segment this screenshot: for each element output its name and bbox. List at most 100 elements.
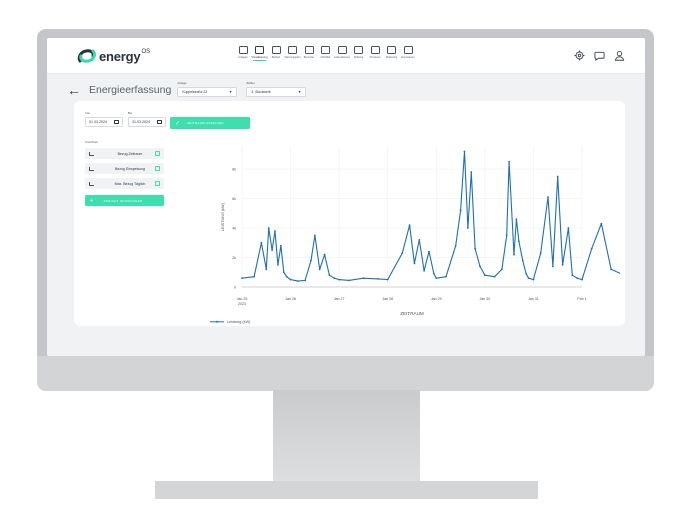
y-tick-label: 6k	[232, 197, 236, 201]
nav-item-visualisierung[interactable]: Visualisierung	[251, 46, 268, 61]
data-point	[260, 241, 263, 244]
chat-icon[interactable]	[594, 50, 605, 61]
add-view-button[interactable]: + ANSICHT HINZUFÜGEN	[85, 195, 164, 206]
megaphone-icon	[387, 46, 396, 54]
settings-icon[interactable]	[574, 50, 585, 61]
data-point	[279, 244, 282, 247]
nav-item-betrieb[interactable]: Betrieb	[268, 46, 284, 61]
page-title: Energieerfassung	[89, 84, 172, 96]
active-nav-indicator	[253, 60, 266, 61]
nav-item-marketing[interactable]: Marketing	[384, 46, 400, 61]
factory-icon	[271, 46, 281, 54]
logo-text: energy	[99, 48, 141, 64]
add-view-label: ANSICHT HINZUFÜGEN	[103, 198, 143, 203]
nav-item-anlagen[interactable]: Anlagen	[235, 46, 251, 61]
power-chart[interactable]: 0 2k 4k 6k 8k Jan 25 Jan 26 Jan 27 Jan 28 Jan 29 J…	[194, 137, 620, 325]
profile-icon[interactable]	[614, 50, 625, 61]
data-point	[547, 196, 549, 199]
bis-date-input[interactable]: 31.03.2024	[128, 117, 166, 127]
x-tick-label: Jan 31	[528, 297, 539, 301]
data-point	[610, 268, 613, 271]
zaehler-field: Zähler 3. Stockwerk ▼	[246, 81, 307, 97]
anlage-select[interactable]: Kuppelstraße 22 ▼	[177, 87, 238, 97]
data-point	[432, 272, 435, 275]
nav-item-label: Anlagen	[238, 56, 248, 59]
calendar-icon[interactable]	[114, 119, 119, 125]
data-point	[428, 250, 430, 253]
anlage-field: Anlage Kuppelstraße 22 ▼	[177, 81, 238, 97]
top-icons	[574, 50, 625, 61]
chevron-down-icon: ▼	[228, 90, 233, 94]
view-item-label: Bezug Einspeisung	[115, 166, 145, 171]
show-period-button[interactable]: ✓ ZEITRAUM ANZEIGEN	[170, 117, 250, 129]
data-point	[474, 247, 477, 250]
edit-icon[interactable]	[155, 151, 160, 156]
data-point	[289, 278, 292, 281]
bar-chart-icon	[89, 181, 94, 186]
check-icon: ✓	[175, 120, 181, 127]
nav-item-benutzer[interactable]: Benutzer	[301, 46, 317, 61]
data-point	[271, 249, 274, 252]
bis-date-value: 31.03.2024	[132, 120, 150, 124]
main-card: Von 01.03.2024 Bis 31.03.2024 ✓ ZEITRAUM…	[74, 101, 625, 326]
nav-item-prozesse[interactable]: Prozesse	[367, 46, 383, 61]
von-label: Von	[85, 111, 91, 115]
view-item-bezug-zeitraum[interactable]: Bezug Zeitraum	[85, 148, 164, 159]
chart-icon	[89, 166, 94, 171]
data-point	[265, 268, 268, 271]
view-item-bezug-einspeisung[interactable]: Bezug Einspeisung	[85, 163, 164, 174]
chart-icon	[89, 151, 94, 156]
plant-icon	[238, 46, 248, 54]
nav-item-exportieren[interactable]: Exportieren	[400, 46, 416, 61]
back-arrow-icon[interactable]: ←	[67, 83, 81, 97]
edit-icon[interactable]	[155, 181, 160, 186]
data-point	[508, 160, 511, 163]
nav-item-label: Prozesse	[369, 56, 381, 59]
data-point	[408, 224, 411, 227]
data-point	[310, 259, 312, 262]
y-axis-label: LEISTUNG (kW)	[221, 202, 225, 231]
data-point	[413, 262, 416, 265]
nav-item-label: Exportieren	[401, 56, 415, 59]
data-point	[338, 278, 341, 281]
x-axis-label: ZEITRAUM	[400, 311, 424, 316]
nav-item-label: Visualisierung	[251, 56, 268, 59]
data-point	[567, 227, 570, 229]
nav-item-ladestationen[interactable]: Ladestationen	[334, 46, 350, 61]
app-logo[interactable]: energy OS	[77, 48, 150, 64]
wrench-icon	[288, 46, 297, 54]
data-point	[581, 278, 583, 281]
data-point	[386, 278, 389, 281]
data-point	[323, 253, 326, 256]
zaehler-label: Zähler	[246, 81, 255, 85]
data-point	[600, 222, 603, 225]
data-point	[505, 234, 508, 237]
page-header: ← Energieerfassung Anlage Kuppelstraße 2…	[67, 81, 315, 97]
data-point	[304, 279, 307, 282]
x-tick-label: Feb 1	[577, 297, 586, 301]
nav-item-zählung[interactable]: Zählung	[351, 46, 367, 61]
x-tick-label: Jan 28	[382, 297, 393, 301]
legend-label: Leistung (kW)	[227, 320, 251, 324]
data-point	[525, 272, 528, 275]
data-point	[527, 277, 530, 280]
data-point	[551, 265, 554, 268]
nav-item-wartungsplan[interactable]: Wartungsplan	[285, 46, 301, 61]
data-point	[483, 274, 486, 277]
calendar-icon[interactable]	[157, 119, 162, 125]
data-point	[532, 278, 535, 281]
y-tick-label: 0	[234, 286, 236, 290]
data-point	[362, 277, 365, 280]
data-point	[401, 252, 404, 255]
nav-item-mobilität[interactable]: Mobilität	[318, 46, 334, 61]
nav-item-label: Marketing	[385, 56, 398, 59]
von-date-value: 01.03.2024	[89, 120, 107, 124]
data-point	[328, 274, 331, 277]
x-tick-label: Jan 30	[479, 297, 490, 301]
edit-icon[interactable]	[155, 166, 160, 171]
von-date-input[interactable]: 01.03.2024	[85, 117, 123, 127]
data-point	[347, 279, 350, 282]
view-item-max-bezug[interactable]: Max. Bezug Täglich	[85, 178, 164, 189]
zaehler-select[interactable]: 3. Stockwerk ▼	[246, 87, 307, 97]
anlage-label: Anlage	[177, 81, 187, 85]
